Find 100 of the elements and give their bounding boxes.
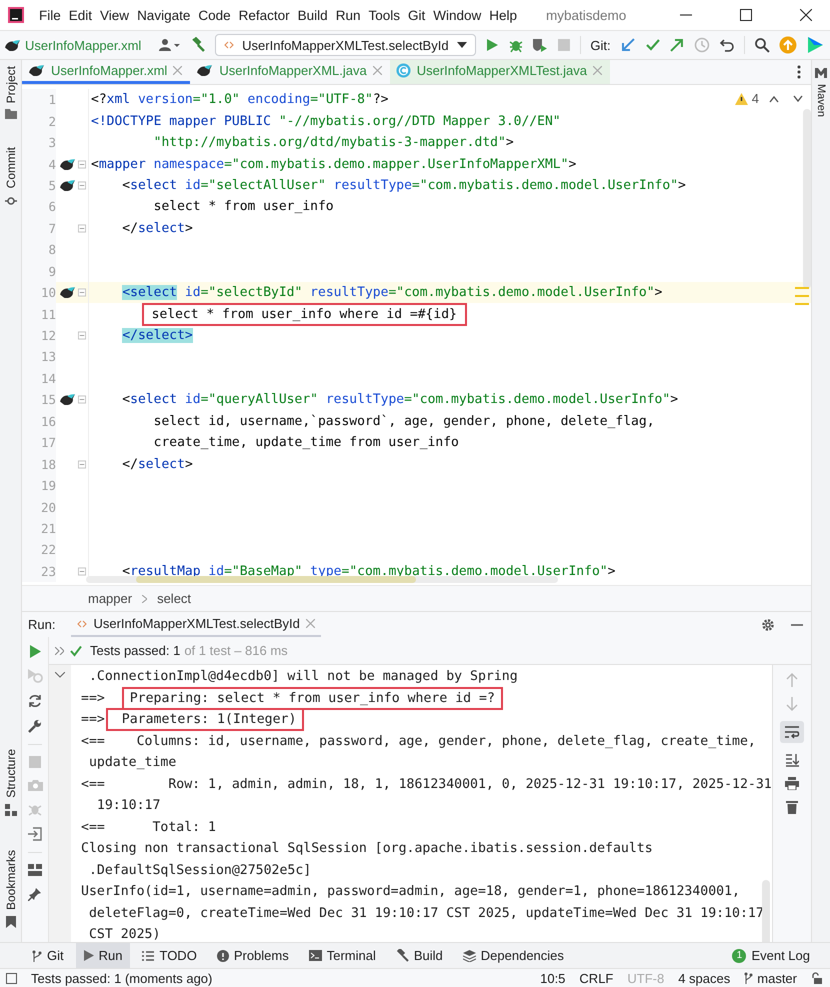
tool-window-button[interactable]: Run — [76, 943, 130, 968]
scrollbar[interactable] — [803, 109, 811, 289]
code-line: <select id="queryAllUser" resultType="com.mybatis.demo.model.UserInfo"> — [121, 392, 678, 408]
fold-icon[interactable] — [78, 180, 86, 190]
menu-item[interactable]: View — [97, 6, 132, 24]
layout-icon[interactable] — [28, 864, 42, 876]
soft-wrap-icon[interactable] — [780, 721, 804, 743]
arrow-up-icon[interactable] — [786, 673, 798, 687]
exit-icon[interactable] — [28, 827, 42, 841]
editor-tab[interactable]: UserInfoMapperXML.java — [190, 60, 390, 84]
menu-item[interactable]: Git — [404, 6, 428, 24]
bookmark-icon[interactable] — [6, 916, 16, 928]
run-icon[interactable] — [29, 645, 41, 658]
file-name[interactable]: UserInfoMapper.xml — [25, 38, 142, 52]
close-icon[interactable] — [800, 9, 812, 21]
run-configuration-dropdown[interactable]: UserInfoMapperXMLTest.selectById — [215, 34, 476, 56]
run-icon[interactable] — [484, 38, 499, 52]
printer-icon[interactable] — [785, 777, 799, 790]
editor-tab[interactable]: UserInfoMapperXMLTest.java — [390, 60, 610, 84]
menu-item[interactable]: Code — [195, 6, 234, 24]
fold-icon[interactable] — [78, 331, 86, 340]
collapse-icon[interactable] — [55, 672, 65, 678]
more-options-icon[interactable] — [797, 65, 801, 79]
fold-icon[interactable] — [78, 288, 86, 298]
menu-item[interactable]: Refactor — [236, 6, 293, 24]
breadcrumb-item[interactable]: select — [157, 591, 192, 606]
scrollbar[interactable] — [86, 576, 558, 583]
arrow-down-left-icon[interactable] — [620, 37, 636, 53]
tool-window-button[interactable]: Problems — [208, 943, 297, 968]
folder-icon[interactable] — [4, 109, 16, 120]
fold-icon[interactable] — [78, 224, 86, 233]
menu-item[interactable]: Window — [430, 6, 484, 24]
scroll-to-end-icon[interactable] — [785, 753, 799, 767]
fold-icon[interactable] — [78, 460, 86, 469]
arrow-down-icon[interactable] — [786, 697, 798, 711]
menu-item[interactable]: Tools — [365, 6, 403, 24]
caret-position[interactable]: 10:5 — [540, 970, 566, 986]
line-number: 11 — [22, 303, 56, 325]
camera-icon[interactable] — [28, 779, 42, 791]
line-number: 8 — [22, 239, 56, 260]
coverage-icon[interactable] — [532, 37, 548, 53]
layers-icon — [462, 950, 476, 962]
play-icon — [84, 950, 94, 961]
tool-window-button[interactable]: Dependencies — [454, 943, 572, 968]
user-icon[interactable] — [159, 38, 182, 52]
list-icon — [142, 950, 154, 960]
menu-item[interactable]: Navigate — [134, 6, 194, 24]
warning-icon[interactable] — [734, 92, 748, 104]
tool-window-button[interactable]: Build — [388, 943, 451, 968]
menu-item[interactable]: Build — [294, 6, 331, 24]
trash-icon[interactable] — [786, 800, 798, 814]
search-icon[interactable] — [754, 37, 770, 53]
console-text: update_time — [88, 755, 176, 770]
run-tab[interactable]: UserInfoMapperXMLTest.selectById — [71, 612, 321, 637]
app-logo-icon — [8, 7, 24, 23]
indent-setting[interactable]: 4 spaces — [678, 970, 730, 986]
maximize-icon[interactable] — [740, 9, 752, 21]
fold-icon[interactable] — [78, 395, 86, 404]
wrench-icon[interactable] — [28, 719, 42, 733]
panel-toggle-icon[interactable] — [6, 972, 17, 984]
commit-icon[interactable] — [4, 194, 16, 207]
update-icon[interactable] — [779, 36, 798, 54]
side-tab[interactable]: Maven — [815, 84, 827, 118]
navigation-arrows-icon[interactable] — [769, 95, 803, 103]
scrollbar[interactable] — [762, 880, 770, 942]
fold-icon[interactable] — [78, 160, 86, 169]
side-tab[interactable]: Project — [4, 66, 18, 104]
code-line: create_time, update_time from user_info — [152, 435, 459, 450]
side-tab[interactable]: Commit — [4, 147, 18, 189]
settings-icon[interactable] — [761, 618, 775, 632]
hammer-icon[interactable] — [190, 37, 206, 53]
double-chevron-icon[interactable] — [55, 646, 64, 654]
tool-window-button[interactable]: Git — [24, 943, 72, 968]
structure-icon[interactable] — [4, 804, 16, 816]
code-brackets-icon — [77, 618, 88, 628]
console-text: <== Total: 1 — [81, 820, 216, 835]
checkmark-icon[interactable] — [644, 37, 660, 53]
arrow-up-right-icon[interactable] — [669, 37, 686, 53]
maven-icon[interactable] — [815, 68, 827, 78]
line-number: 23 — [22, 560, 56, 582]
menu-item[interactable]: File — [36, 6, 64, 24]
menu-item[interactable]: Run — [332, 6, 364, 24]
pin-icon[interactable] — [28, 887, 42, 901]
clock-icon[interactable] — [694, 37, 710, 53]
fold-icon[interactable] — [78, 566, 86, 576]
event-log-button[interactable]: 1 Event Log — [724, 943, 818, 968]
menu-item[interactable]: Help — [486, 6, 520, 24]
refresh-icon[interactable] — [28, 694, 42, 708]
line-ending[interactable]: CRLF — [579, 970, 614, 986]
side-tab[interactable]: Bookmarks — [4, 850, 18, 910]
tool-window-button[interactable]: TODO — [134, 943, 205, 968]
git-branch[interactable]: master — [744, 970, 797, 986]
undo-icon[interactable] — [719, 37, 736, 53]
lock-icon[interactable] — [811, 972, 822, 984]
toolbox-logo-icon[interactable] — [806, 36, 824, 54]
warning-count[interactable]: 4 — [752, 91, 759, 106]
side-tab[interactable]: Structure — [4, 749, 18, 798]
breadcrumb-item[interactable]: mapper — [88, 591, 132, 606]
tool-window-button[interactable]: Terminal — [300, 943, 384, 968]
menu-item[interactable]: Edit — [66, 6, 96, 24]
